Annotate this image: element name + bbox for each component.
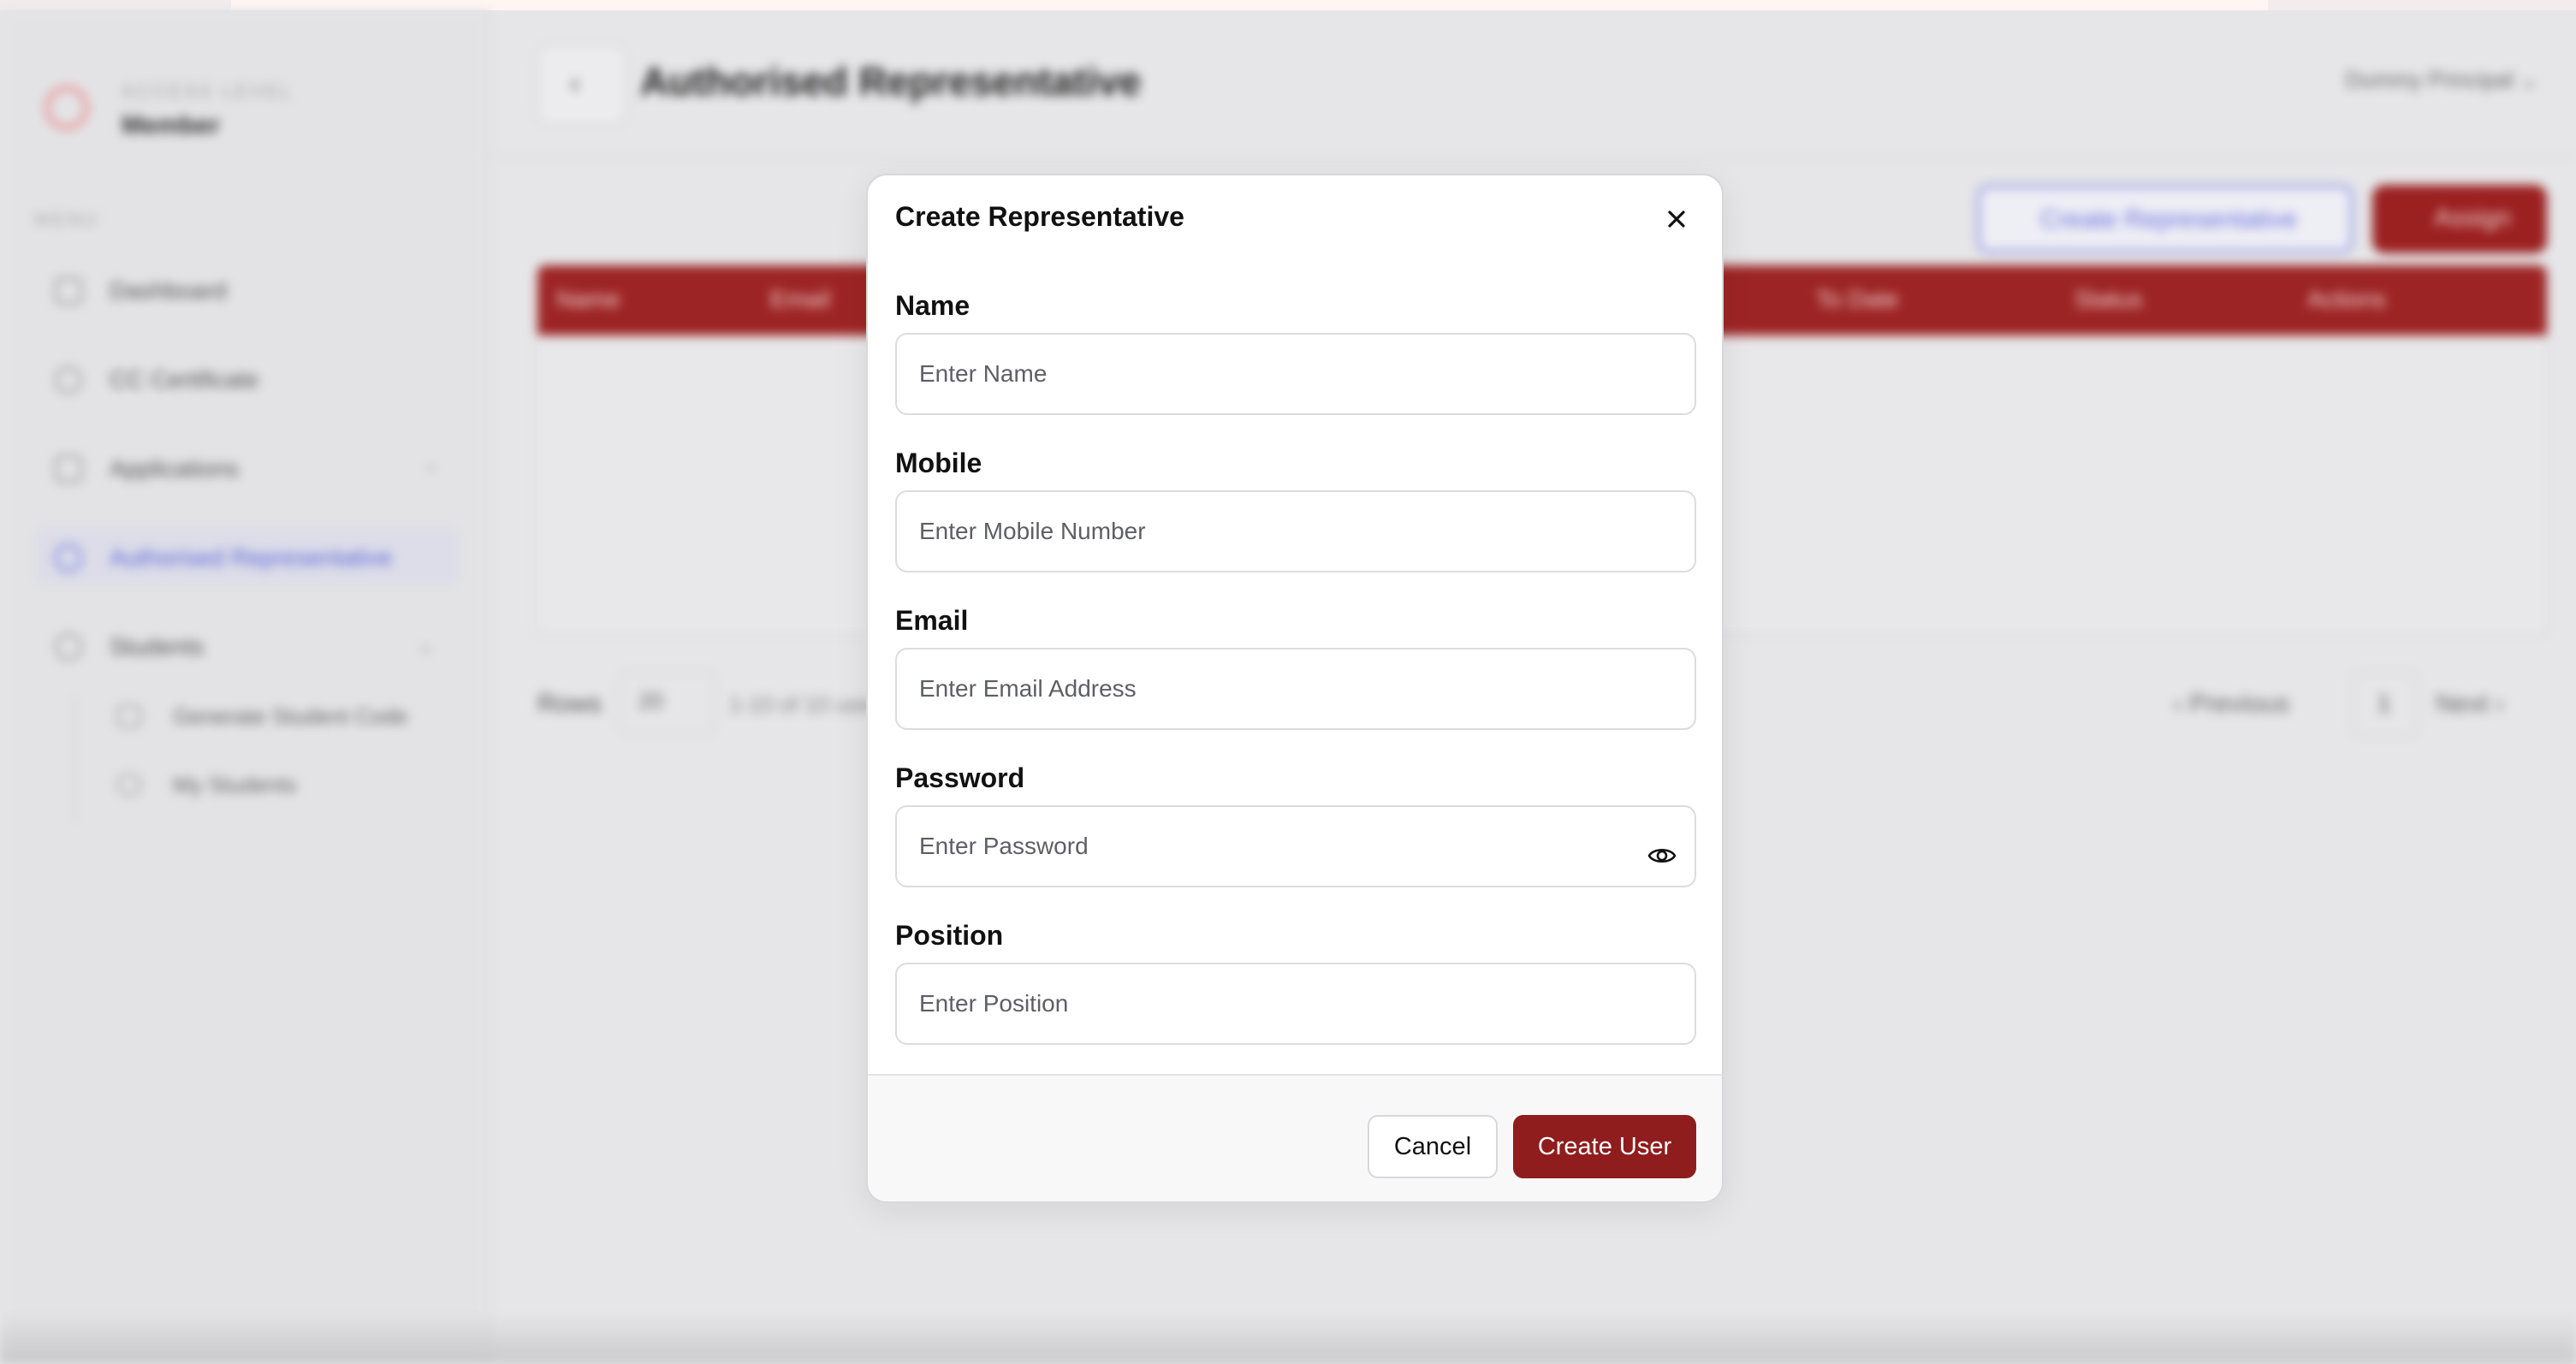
sidebar-item-authorised-representative[interactable]: Authorised Representative	[34, 527, 459, 585]
page-title: Authorised Representative	[640, 59, 1142, 104]
chevron-left-icon: ‹	[570, 65, 580, 100]
modal-title: Create Representative	[895, 201, 1184, 232]
sidebar-item-dashboard[interactable]: Dashboard	[34, 260, 459, 318]
bottom-shadow	[0, 1313, 2576, 1364]
sidebar-item-label: CC Certificate	[110, 366, 259, 393]
name-input[interactable]	[895, 333, 1696, 415]
modal-footer: Cancel Create User	[868, 1074, 1722, 1201]
previous-label: Previous	[2189, 690, 2290, 718]
column-header-name: Name	[556, 286, 620, 312]
chevron-down-icon: ⌄	[416, 632, 435, 657]
cancel-button[interactable]: Cancel	[1368, 1115, 1498, 1178]
next-button[interactable]: Next ›	[2436, 690, 2504, 719]
eye-icon[interactable]	[1645, 839, 1679, 873]
sidebar-item-applications[interactable]: Applications ›	[34, 438, 459, 496]
close-icon[interactable]	[1657, 199, 1696, 239]
create-representative-modal: Create Representative Name Mobile Email …	[866, 174, 1724, 1203]
access-level-label: ACCESS LEVEL	[122, 80, 294, 102]
chevron-left-icon: ‹	[2174, 690, 2182, 718]
sidebar-item-cc-certificate[interactable]: CC Certificate	[34, 349, 459, 407]
rows-per-page-select[interactable]: 20	[618, 671, 715, 734]
back-button[interactable]: ‹	[537, 44, 626, 125]
position-input[interactable]	[895, 963, 1696, 1045]
position-label: Position	[895, 920, 1004, 951]
logo-icon	[45, 86, 89, 130]
sidebar-item-label: Authorised Representative	[110, 544, 392, 571]
email-input[interactable]	[895, 648, 1696, 730]
chevron-down-icon: ⌄	[2520, 67, 2538, 92]
rows-label: Rows	[537, 690, 602, 718]
create-representative-button[interactable]: Create Representative	[1977, 185, 2353, 253]
email-label: Email	[895, 605, 969, 636]
chevron-right-icon: ›	[427, 454, 435, 479]
sidebar: ACCESS LEVEL Member MENU Dashboard CC Ce…	[0, 10, 490, 1364]
name-label: Name	[895, 290, 970, 321]
sidebar-item-label: Applications	[110, 455, 239, 482]
column-header-actions: Actions	[2307, 286, 2386, 312]
sidebar-item-students[interactable]: Students ⌄	[34, 616, 459, 674]
column-header-status: Status	[2074, 286, 2143, 312]
menu-label: MENU	[34, 209, 100, 230]
mobile-input[interactable]	[895, 490, 1696, 572]
code-icon	[116, 705, 142, 727]
representative-icon	[55, 544, 82, 572]
page-header: ‹ Authorised Representative Dummy Princi…	[490, 10, 2576, 157]
user-menu[interactable]: Dummy Principal ⌄	[2345, 67, 2538, 93]
sidebar-subitem-label: My Students	[173, 772, 297, 798]
grid-icon	[55, 277, 82, 305]
rows-value: 20	[638, 688, 663, 714]
create-representative-label: Create Representative	[2040, 205, 2298, 234]
user-role: Member	[122, 111, 221, 139]
top-banner	[0, 0, 2576, 10]
certificate-icon	[55, 366, 82, 394]
top-banner-inner	[231, 0, 2268, 10]
create-user-button[interactable]: Create User	[1513, 1115, 1696, 1178]
password-label: Password	[895, 762, 1025, 793]
column-header-to-date: To Date	[1816, 286, 1899, 312]
next-label: Next	[2436, 690, 2489, 718]
user-icon	[116, 774, 142, 796]
password-input[interactable]	[895, 805, 1696, 887]
column-header-email: Email	[770, 286, 831, 312]
sidebar-item-label: Students	[110, 633, 205, 660]
sidebar-subitem-label: Generate Student Code	[173, 703, 408, 729]
sidebar-item-label: Dashboard	[110, 277, 227, 304]
assign-label: Assign	[2434, 204, 2512, 232]
calendar-icon	[55, 455, 82, 483]
mobile-label: Mobile	[895, 448, 982, 478]
previous-button[interactable]: ‹ Previous	[2174, 690, 2289, 719]
page-number: 1	[2377, 690, 2391, 716]
submenu-divider	[74, 695, 75, 823]
page-number-button[interactable]: 1	[2352, 671, 2419, 738]
user-name: Dummy Principal	[2345, 67, 2514, 92]
chevron-right-icon: ›	[2496, 690, 2505, 718]
students-icon	[55, 633, 82, 661]
assign-button[interactable]: Assign	[2372, 185, 2547, 253]
